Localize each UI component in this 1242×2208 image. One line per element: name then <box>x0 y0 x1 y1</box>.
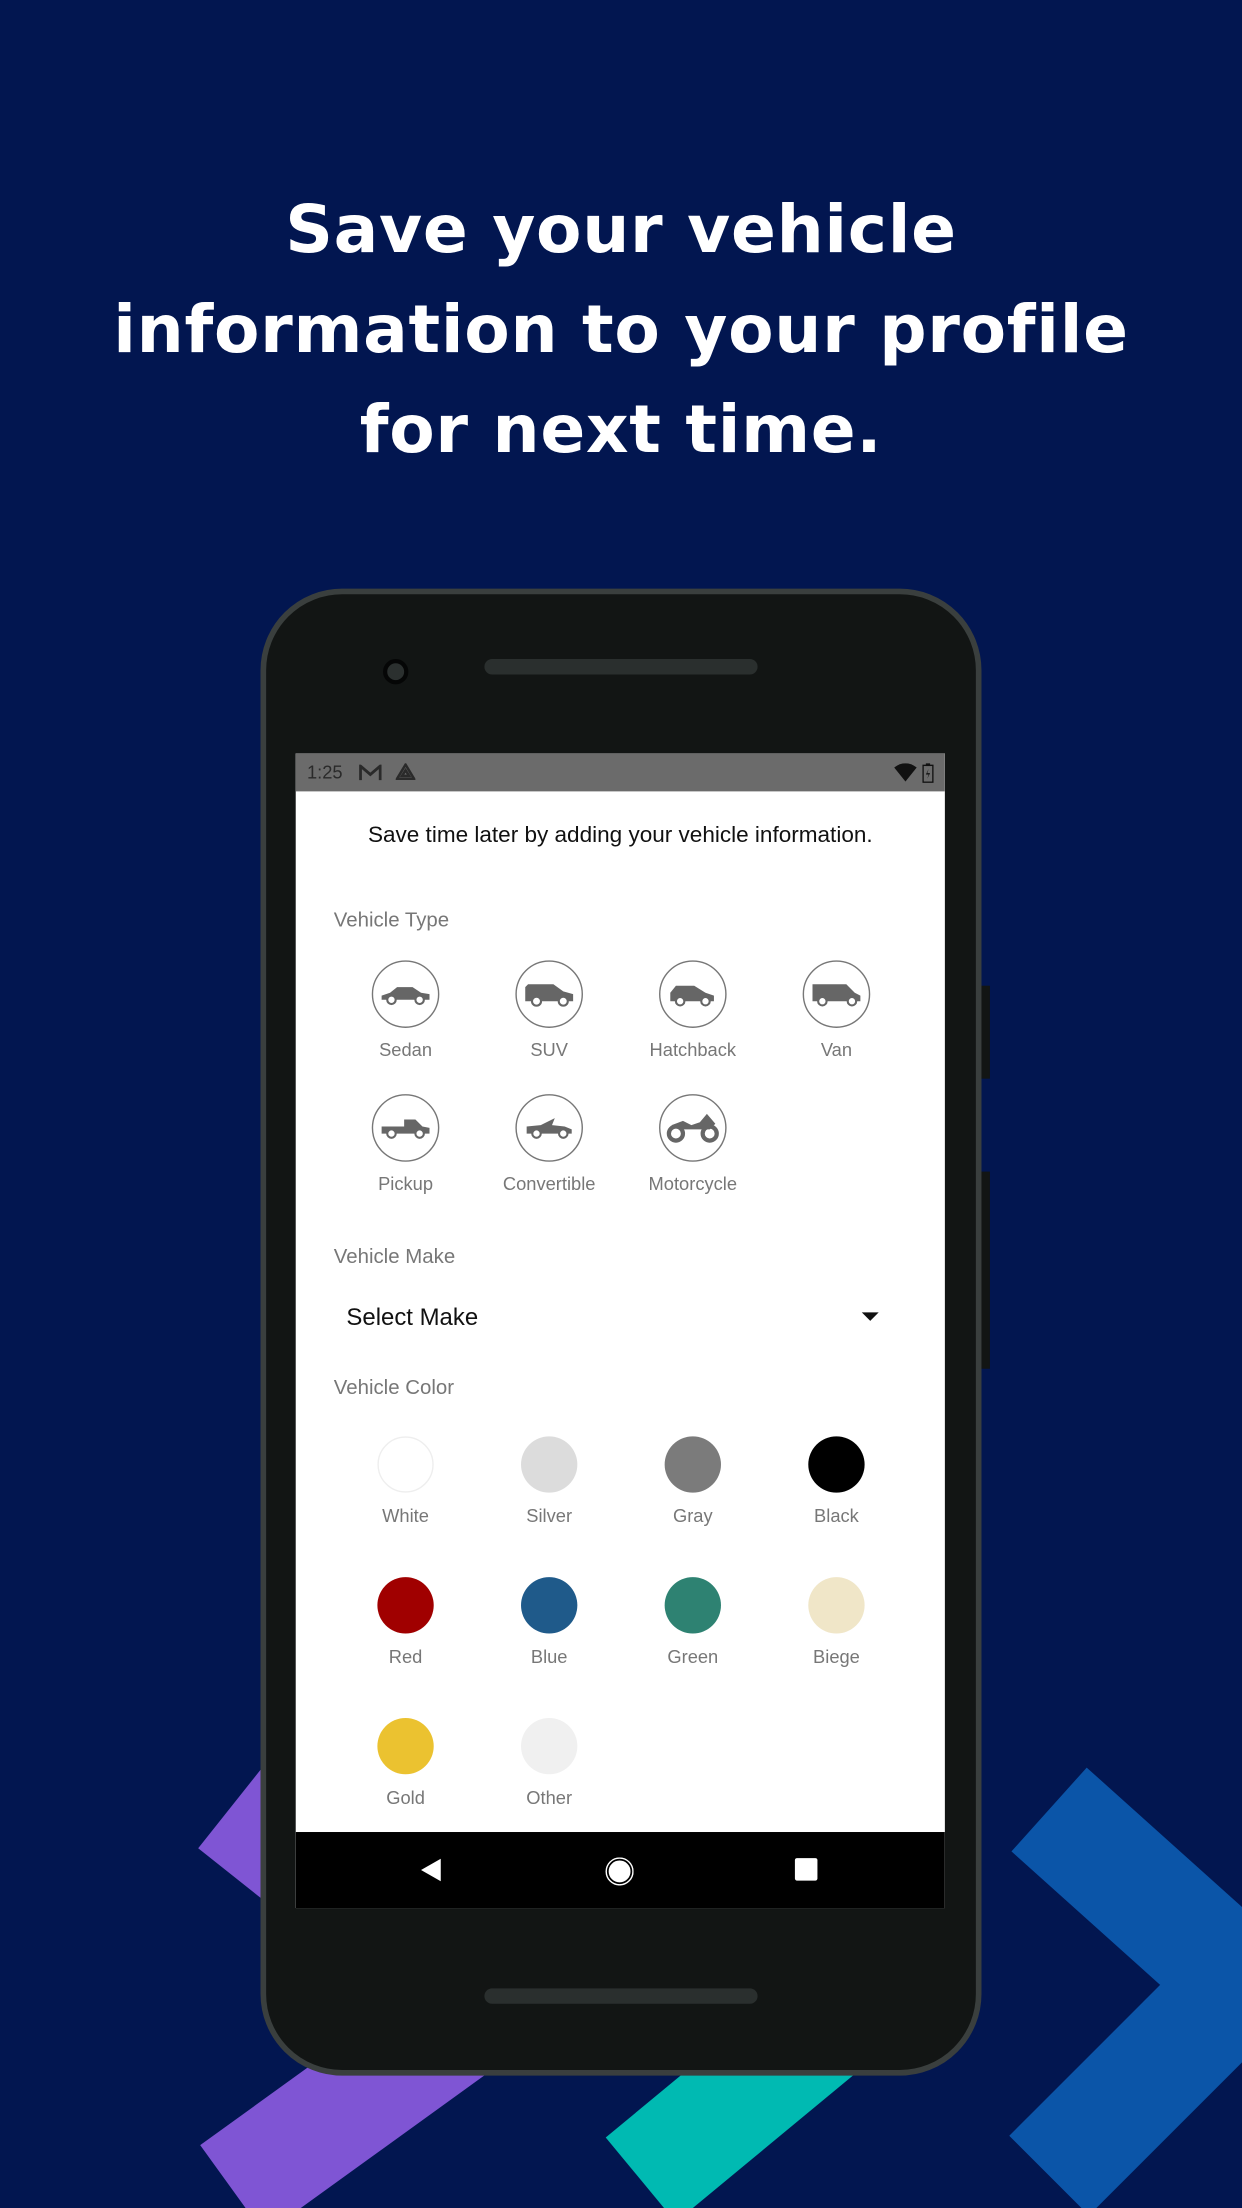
volume-button <box>981 1171 990 1369</box>
status-bar: 1:25 <box>295 753 945 792</box>
power-button <box>981 985 990 1079</box>
speaker-grille <box>484 1988 758 2004</box>
vehicle-type-van[interactable]: Van <box>773 960 900 1060</box>
color-option-black[interactable]: Black <box>773 1436 900 1526</box>
color-swatch[interactable] <box>377 1717 434 1775</box>
vehicle-make-label: Vehicle Make <box>333 1246 456 1269</box>
color-option-other[interactable]: Other <box>486 1717 613 1809</box>
color-option-red[interactable]: Red <box>342 1577 469 1667</box>
color-option-silver[interactable]: Silver <box>486 1436 613 1526</box>
intro-text: Save time later by adding your vehicle i… <box>367 823 873 848</box>
headline: Save your vehicle information to your pr… <box>0 180 1242 480</box>
headline-line: Save your vehicle <box>285 191 957 269</box>
vehicle-type-hatchback[interactable]: Hatchback <box>629 960 756 1060</box>
app-screen: 1:25 Save time later by adding your vehi… <box>295 753 945 1909</box>
color-option-biege[interactable]: Biege <box>773 1577 900 1667</box>
color-swatch[interactable] <box>377 1436 434 1493</box>
color-label: Biege <box>813 1646 860 1668</box>
color-label: Gold <box>386 1786 425 1809</box>
color-option-gray[interactable]: Gray <box>629 1436 756 1526</box>
color-option-green[interactable]: Green <box>629 1577 756 1667</box>
drive-icon <box>396 763 416 780</box>
color-swatch[interactable] <box>521 1577 578 1634</box>
status-time: 1:25 <box>306 761 343 783</box>
convertible-icon <box>526 1118 572 1139</box>
battery-charging-icon <box>922 762 934 783</box>
color-swatch[interactable] <box>664 1577 721 1634</box>
vehicle-type-sedan[interactable]: Sedan <box>342 960 469 1060</box>
color-label: Silver <box>526 1505 573 1527</box>
color-swatch[interactable] <box>808 1577 865 1634</box>
color-label: Black <box>814 1505 859 1527</box>
back-icon[interactable] <box>418 1857 443 1882</box>
color-label: Gray <box>672 1505 713 1527</box>
vehicle-type-label-text: Sedan <box>379 1039 433 1061</box>
speaker-grille <box>484 659 758 675</box>
vehicle-make-value[interactable]: Select Make <box>346 1304 478 1332</box>
color-swatch[interactable] <box>521 1436 578 1493</box>
vehicle-color-label: Vehicle Color <box>333 1377 455 1400</box>
sedan-icon <box>381 987 430 1006</box>
vehicle-type-label-text: Hatchback <box>649 1039 737 1061</box>
gmail-icon <box>359 763 383 780</box>
color-label: Other <box>526 1786 573 1809</box>
color-swatch[interactable] <box>377 1577 434 1634</box>
color-swatch[interactable] <box>664 1436 721 1493</box>
color-label: Red <box>388 1646 423 1668</box>
color-label: Blue <box>530 1646 568 1668</box>
vehicle-type-motorcycle[interactable]: Motorcycle <box>629 1094 756 1194</box>
vehicle-type-label-text: Convertible <box>502 1172 596 1195</box>
vehicle-type-convertible[interactable]: Convertible <box>486 1094 613 1194</box>
blue-chevron <box>1009 1767 1242 2208</box>
vehicle-type-label-text: Van <box>820 1039 853 1061</box>
headline-line: information to your profile <box>113 291 1129 369</box>
color-swatch[interactable] <box>521 1717 578 1775</box>
android-nav-bar <box>295 1832 945 1909</box>
wifi-icon <box>894 763 917 782</box>
color-option-gold[interactable]: Gold <box>342 1717 469 1809</box>
pickup-icon <box>381 1119 430 1139</box>
color-option-white[interactable]: White <box>342 1436 469 1526</box>
color-option-blue[interactable]: Blue <box>486 1577 613 1667</box>
dropdown-arrow-icon[interactable] <box>861 1312 879 1321</box>
vehicle-form: Save time later by adding your vehicle i… <box>296 791 945 1832</box>
color-label: Green <box>667 1646 719 1668</box>
suv-icon <box>525 984 574 1007</box>
color-label: White <box>382 1505 429 1527</box>
vehicle-type-suv[interactable]: SUV <box>486 960 613 1060</box>
phone-mockup: 1:25 Save time later by adding your vehi… <box>260 588 990 2076</box>
vehicle-type-label-text: SUV <box>530 1039 568 1061</box>
motorcycle-icon <box>666 1113 719 1143</box>
camera-icon <box>383 659 409 685</box>
hatchback-icon <box>670 985 714 1007</box>
vehicle-type-pickup[interactable]: Pickup <box>342 1094 469 1194</box>
vehicle-type-label: Vehicle Type <box>333 909 450 933</box>
color-swatch[interactable] <box>808 1436 865 1493</box>
recents-icon[interactable] <box>794 1857 818 1881</box>
vehicle-type-label-text: Motorcycle <box>648 1172 738 1195</box>
home-icon[interactable] <box>605 1857 634 1886</box>
headline-line: for next time. <box>359 391 883 469</box>
promo-screen: Save your vehicle information to your pr… <box>0 0 1242 2208</box>
vehicle-type-label-text: Pickup <box>378 1172 434 1195</box>
van-icon <box>812 984 861 1007</box>
